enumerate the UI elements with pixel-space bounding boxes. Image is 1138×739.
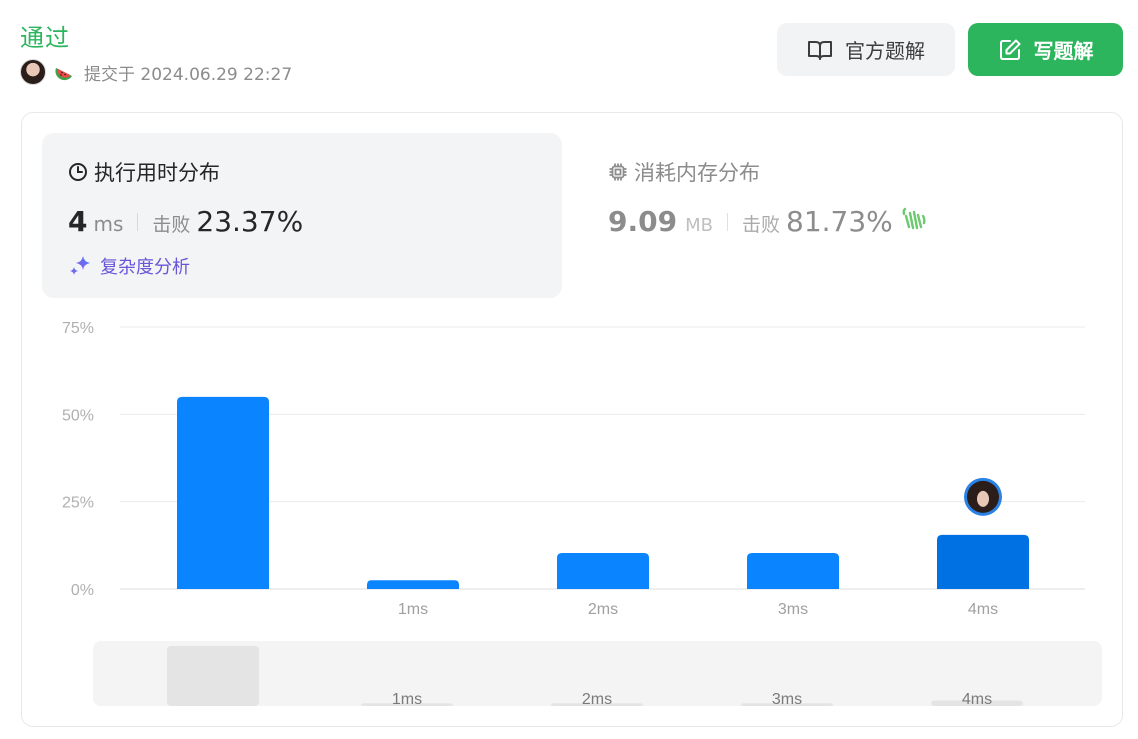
x-tick-label: 3ms	[778, 601, 808, 618]
chart-bar[interactable]	[747, 553, 839, 589]
y-tick-label: 50%	[62, 407, 94, 424]
navigator-tick-label: 2ms	[582, 691, 612, 708]
chart-bar[interactable]	[367, 580, 459, 589]
x-tick-label: 4ms	[968, 601, 998, 618]
runtime-distribution-chart[interactable]: 75% 50% 25% 0% 1ms 2ms 3ms 4ms 1ms 2ms 3ms 4ms	[0, 0, 1138, 739]
chart-bar[interactable]	[557, 553, 649, 589]
navigator-bar	[167, 646, 259, 706]
chart-bar[interactable]	[177, 396, 269, 589]
y-tick-label: 25%	[62, 495, 94, 512]
navigator-tick-label: 3ms	[772, 691, 802, 708]
navigator-tick-label: 1ms	[392, 691, 422, 708]
navigator-tick-label: 4ms	[962, 691, 992, 708]
y-tick-label: 75%	[62, 320, 94, 337]
chart-bar[interactable]	[937, 534, 1029, 589]
x-tick-label: 1ms	[398, 601, 428, 618]
user-marker-face	[977, 490, 989, 507]
x-tick-label: 2ms	[588, 601, 618, 618]
y-tick-label: 0%	[71, 582, 94, 599]
